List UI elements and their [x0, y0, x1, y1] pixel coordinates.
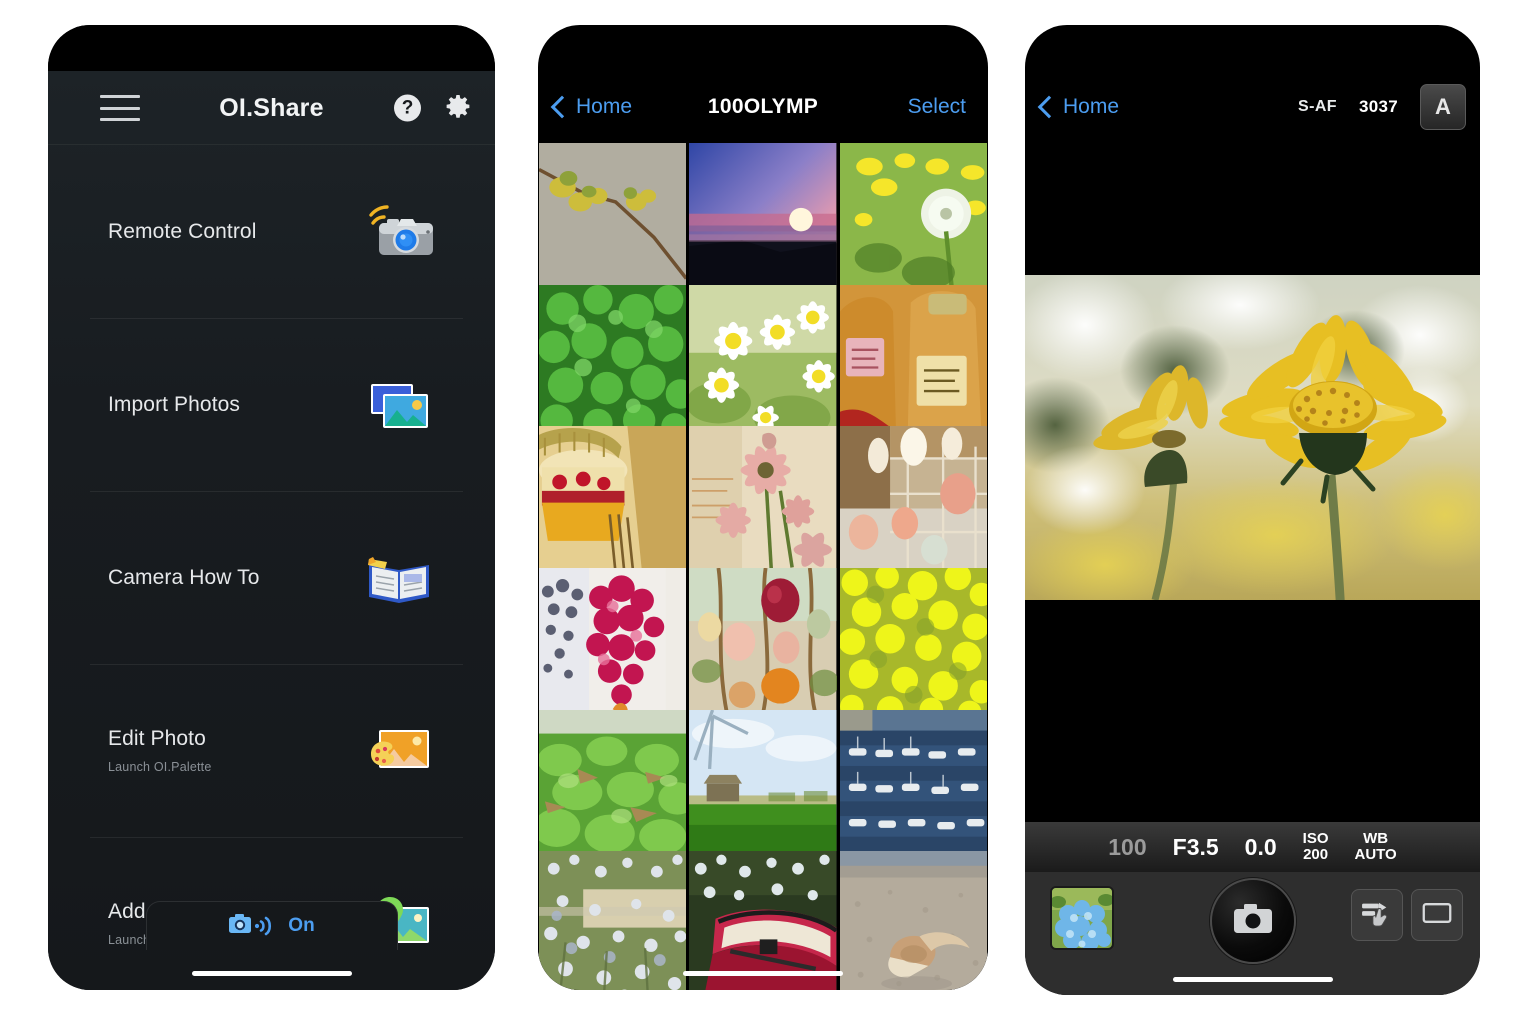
photo-thumbnail[interactable] [839, 709, 987, 857]
photo-thumbnail[interactable] [539, 143, 687, 291]
help-icon[interactable]: ? [394, 94, 421, 122]
menu-list: Remote Control Import Photos Camera How … [48, 145, 495, 990]
photo-thumbnail[interactable] [689, 426, 837, 574]
menu-item-text: Camera How To [108, 566, 363, 590]
iso-value: 200 [1303, 846, 1329, 863]
wb-label: WB [1363, 830, 1389, 848]
chevron-left-icon [1037, 95, 1061, 119]
home-indicator[interactable] [683, 971, 843, 976]
photo-thumbnail[interactable] [839, 426, 987, 574]
photo-thumbnail[interactable] [539, 284, 687, 432]
touch-shutter-icon [1361, 899, 1393, 932]
touch-shutter-button[interactable] [1351, 889, 1403, 941]
white-balance-control[interactable]: WB AUTO [1355, 831, 1397, 863]
open-book-icon [363, 547, 437, 609]
photo-thumbnail[interactable] [539, 851, 687, 990]
shoot-mode-button[interactable]: A [1420, 84, 1466, 130]
photo-grid [538, 143, 988, 990]
photo-thumbnail[interactable] [839, 567, 987, 716]
menu-item-label: Edit Photo [108, 727, 206, 750]
af-mode-label[interactable]: S-AF [1298, 98, 1337, 116]
menu-item-import-photos[interactable]: Import Photos [48, 318, 495, 491]
menu-item-text: Import Photos [108, 393, 363, 417]
wifi-status-button[interactable]: On [145, 901, 398, 950]
gear-icon[interactable] [443, 93, 473, 123]
photo-thumbnail[interactable] [539, 709, 687, 857]
camera-shutter-icon [1233, 903, 1273, 940]
gallery-header: Home 100OLYMP Select [538, 71, 988, 143]
shots-remaining-label: 3037 [1358, 97, 1398, 116]
live-view[interactable] [1025, 275, 1480, 600]
camera-header: Home S-AF 3037 A [1025, 71, 1480, 143]
photo-palette-icon [363, 720, 437, 782]
phone-oishare-menu: OI.Share ? Remote Control Import Photos … [48, 25, 495, 990]
iso-control[interactable]: ISO 200 [1303, 831, 1329, 863]
shutter-speed-value[interactable]: 100 [1108, 835, 1146, 859]
menu-footer: On [48, 898, 495, 990]
menu-item-remote-control[interactable]: Remote Control [48, 145, 495, 318]
menu-item-label: Import Photos [108, 392, 241, 416]
photo-thumbnail[interactable] [839, 851, 987, 990]
home-indicator[interactable] [1172, 977, 1333, 982]
camera-wifi-status-icon [228, 912, 280, 941]
menu-item-edit-photo[interactable]: Edit Photo Launch OI.Palette [48, 664, 495, 837]
menu-screen-body: OI.Share ? Remote Control Import Photos … [48, 25, 495, 990]
menu-item-label: Camera How To [108, 565, 260, 589]
phone-remote-camera: Home S-AF 3037 A 100 F3.5 0.0 ISO 200 WB… [1025, 25, 1480, 995]
photo-thumbnail[interactable] [539, 426, 687, 574]
menu-item-text: Remote Control [108, 220, 363, 244]
menu-item-label: Remote Control [108, 219, 257, 243]
menu-item-camera-how-to[interactable]: Camera How To [48, 491, 495, 664]
menu-header: OI.Share ? [48, 71, 495, 145]
photo-thumbnail[interactable] [539, 567, 687, 716]
camera-wifi-icon [363, 201, 437, 263]
home-indicator[interactable] [191, 971, 352, 976]
wifi-status-label: On [288, 915, 315, 936]
menu-item-text: Edit Photo Launch OI.Palette [108, 727, 363, 774]
photo-thumbnail[interactable] [689, 851, 837, 990]
photo-thumbnail[interactable] [689, 709, 837, 857]
photo-thumbnail[interactable] [839, 143, 987, 291]
phone-gallery: Home 100OLYMP Select [538, 25, 988, 990]
back-button[interactable]: Home [1037, 95, 1120, 119]
page-title: OI.Share [219, 93, 324, 122]
camera-status-group: S-AF 3037 A [1298, 84, 1466, 130]
last-photo-thumbnail[interactable] [1050, 886, 1114, 950]
exposure-compensation-value[interactable]: 0.0 [1245, 835, 1277, 859]
exif-info-bar: 100 F3.5 0.0 ISO 200 WB AUTO [1025, 822, 1480, 872]
back-button-label: Home [1063, 95, 1120, 118]
aspect-ratio-button[interactable] [1411, 889, 1463, 941]
photo-thumbnail[interactable] [689, 567, 837, 716]
select-button[interactable]: Select [908, 95, 966, 119]
photo-thumbnail[interactable] [839, 284, 987, 432]
aperture-value[interactable]: F3.5 [1173, 835, 1219, 859]
photo-thumbnail[interactable] [689, 143, 837, 291]
shutter-button[interactable] [1209, 878, 1296, 964]
photo-thumbnail[interactable] [689, 284, 837, 432]
wb-value: AUTO [1354, 846, 1397, 863]
menu-item-sublabel: Launch OI.Palette [108, 760, 212, 774]
iso-label: ISO [1302, 830, 1329, 848]
photos-stack-icon [363, 374, 437, 436]
frame-aspect-icon [1422, 901, 1452, 930]
